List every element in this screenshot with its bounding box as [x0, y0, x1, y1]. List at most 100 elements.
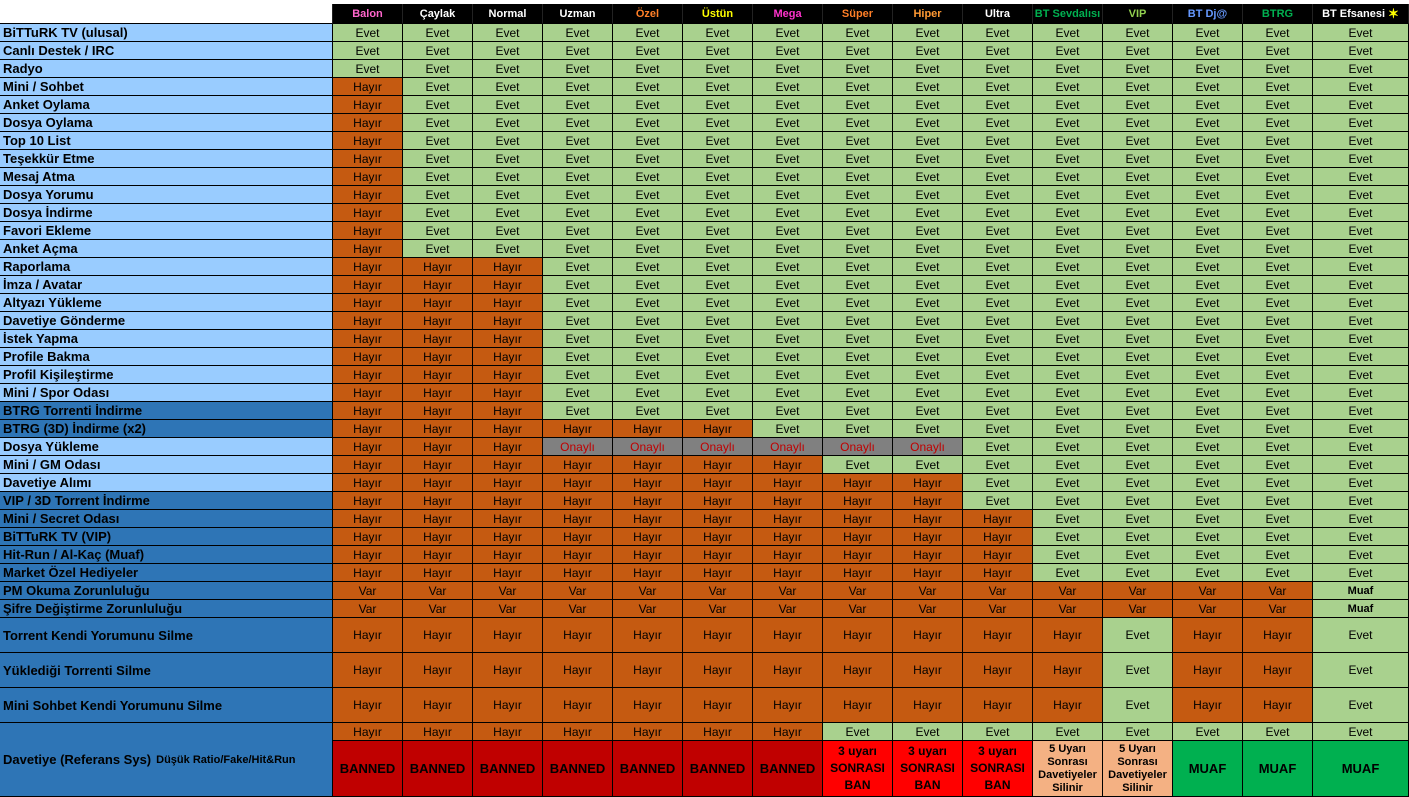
- permission-cell: Evet: [613, 150, 683, 168]
- rank-name: BTRG: [1261, 7, 1294, 20]
- cell-value: BANNED: [689, 761, 746, 776]
- cell-value: Evet: [1348, 565, 1373, 580]
- permission-cell: Evet: [893, 132, 963, 150]
- permission-cell: Evet: [823, 150, 893, 168]
- cell-value: Evet: [1125, 133, 1150, 148]
- permission-cell: Hayır: [823, 564, 893, 582]
- feature-name: Favori Ekleme: [3, 223, 92, 238]
- permission-cell: Hayır: [333, 723, 403, 741]
- cell-value: Evet: [1125, 313, 1150, 328]
- permission-cell: Evet: [1243, 276, 1313, 294]
- cell-value: Hayır: [913, 698, 942, 712]
- cell-value: Evet: [1195, 259, 1220, 274]
- permission-cell: Evet: [683, 384, 753, 402]
- permission-cell: Evet: [1173, 474, 1243, 492]
- feature-label: Dosya Yükleme: [0, 438, 333, 456]
- cell-value: Evet: [635, 43, 660, 58]
- permission-cell: Evet: [753, 96, 823, 114]
- permission-cell: Evet: [1033, 276, 1103, 294]
- permission-cell: Evet: [1173, 456, 1243, 474]
- feature-name: Dosya Yükleme: [3, 439, 99, 454]
- permission-cell: Hayır: [333, 258, 403, 276]
- cell-value: Evet: [1348, 79, 1373, 94]
- cell-value: Hayır: [1053, 663, 1082, 677]
- cell-value: Hayır: [913, 628, 942, 642]
- permission-cell: Evet: [543, 24, 613, 42]
- permission-cell: Evet: [1033, 78, 1103, 96]
- feature-label: Profile Bakma: [0, 348, 333, 366]
- permission-cell: Evet: [683, 276, 753, 294]
- cell-value: Evet: [705, 403, 730, 418]
- permission-cell: Evet: [753, 150, 823, 168]
- permission-cell: BANNED: [613, 741, 683, 797]
- permission-cell: Hayır: [333, 438, 403, 456]
- cell-value: Hayır: [563, 421, 592, 436]
- cell-value: Evet: [705, 313, 730, 328]
- cell-value: Evet: [1195, 187, 1220, 202]
- cell-value: Evet: [1195, 43, 1220, 58]
- cell-value: Evet: [635, 187, 660, 202]
- permission-cell: Evet: [1103, 258, 1173, 276]
- permission-cell: Hayır: [683, 456, 753, 474]
- permission-cell: Evet: [403, 150, 473, 168]
- permission-cell: Hayır: [403, 510, 473, 528]
- permission-cell: Hayır: [1173, 618, 1243, 653]
- permission-cell: Evet: [543, 150, 613, 168]
- permission-cell: Evet: [1033, 294, 1103, 312]
- permission-cell: Evet: [1243, 114, 1313, 132]
- rank-name: BT Sevdalısı: [1034, 7, 1101, 20]
- cell-value: Hayır: [353, 277, 382, 292]
- cell-line: 3 uyarı: [978, 744, 1017, 758]
- permission-cell: Hayır: [473, 688, 543, 723]
- permission-cell: Evet: [543, 96, 613, 114]
- permission-cell: Evet: [753, 330, 823, 348]
- permission-cell: Evet: [1103, 312, 1173, 330]
- permission-cell: Evet: [473, 150, 543, 168]
- permission-cell: Evet: [893, 96, 963, 114]
- permission-cell: Evet: [1313, 402, 1409, 420]
- permission-cell: Evet: [1173, 546, 1243, 564]
- cell-value: Hayır: [493, 493, 522, 508]
- cell-value: Muaf: [1347, 584, 1374, 597]
- permission-cell: Hayır: [683, 653, 753, 688]
- cell-value: Var: [918, 601, 937, 616]
- cell-value: Evet: [775, 331, 800, 346]
- permission-cell: Onaylı: [683, 438, 753, 456]
- permission-cell: Evet: [1103, 42, 1173, 60]
- permission-cell: Evet: [403, 78, 473, 96]
- permission-cell: Evet: [1103, 60, 1173, 78]
- permission-cell: Evet: [1103, 132, 1173, 150]
- feature-label: Yüklediği Torrenti Silme: [0, 653, 333, 688]
- permission-cell: Hayır: [473, 312, 543, 330]
- cell-value: Evet: [1125, 277, 1150, 292]
- cell-value: Hayır: [353, 133, 382, 148]
- permission-cell: 3 uyarı SONRASI BAN: [823, 741, 893, 797]
- permission-cell: Evet: [1313, 546, 1409, 564]
- cell-value: Hayır: [983, 565, 1012, 580]
- cell-value: Evet: [985, 25, 1010, 40]
- cell-value: Hayır: [563, 457, 592, 472]
- cell-value: Evet: [845, 259, 870, 274]
- cell-value: Evet: [985, 151, 1010, 166]
- permission-cell: Var: [963, 582, 1033, 600]
- cell-value: Evet: [495, 79, 520, 94]
- cell-value: Evet: [1125, 493, 1150, 508]
- permission-cell: Muaf: [1313, 582, 1409, 600]
- feature-label: Torrent Kendi Yorumunu Silme: [0, 618, 333, 653]
- permission-cell: Onaylı: [753, 438, 823, 456]
- cell-value: Evet: [1265, 43, 1290, 58]
- cell-value: Evet: [985, 223, 1010, 238]
- permission-cell: Evet: [753, 24, 823, 42]
- cell-value: Hayır: [353, 439, 382, 454]
- cell-value: Evet: [1195, 205, 1220, 220]
- permission-cell: Evet: [823, 258, 893, 276]
- cell-value: Evet: [355, 61, 380, 76]
- cell-value: Var: [428, 583, 447, 598]
- cell-value: Hayır: [563, 565, 592, 580]
- feature-label: Davetiye (Referans Sys) Düşük Ratio/Fake/…: [0, 723, 333, 797]
- feature-label: Dosya Yorumu: [0, 186, 333, 204]
- cell-value: Evet: [1265, 79, 1290, 94]
- cell-value: Evet: [915, 205, 940, 220]
- permission-cell: Evet: [1103, 546, 1173, 564]
- cell-value: Evet: [985, 115, 1010, 130]
